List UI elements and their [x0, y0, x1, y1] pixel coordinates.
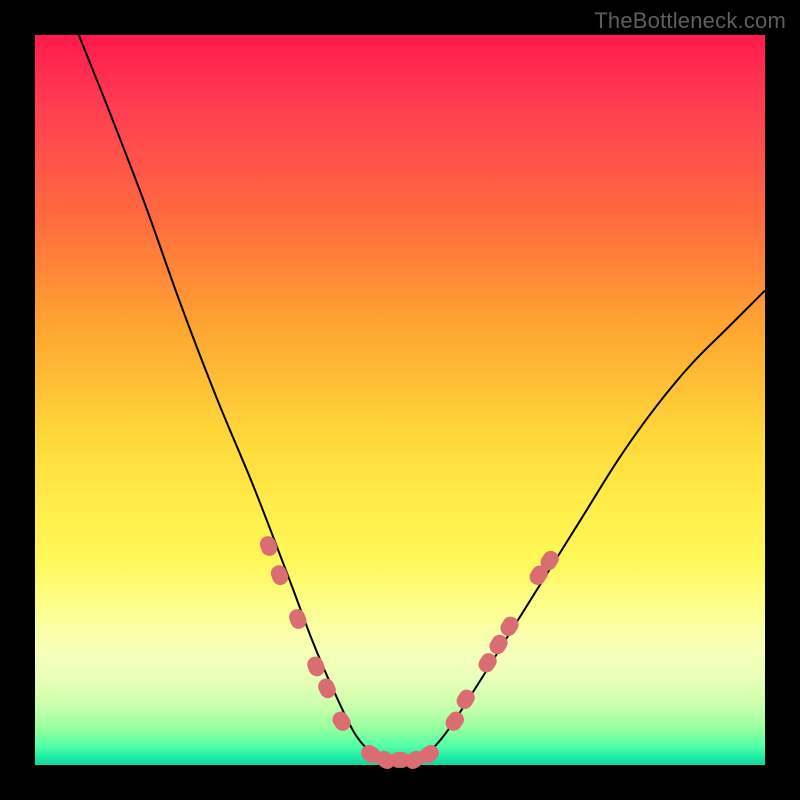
- bottleneck-curve: [79, 35, 765, 765]
- curve-marker: [269, 563, 291, 587]
- watermark-text: TheBottleneck.com: [594, 8, 786, 34]
- marker-group: [258, 534, 562, 772]
- curve-marker: [305, 654, 327, 679]
- curve-marker: [329, 708, 353, 734]
- plot-area: [35, 35, 765, 765]
- curve-layer: [35, 35, 765, 765]
- curve-marker: [316, 676, 339, 701]
- curve-marker: [287, 607, 309, 632]
- curve-marker: [442, 708, 467, 734]
- chart-stage: TheBottleneck.com: [0, 0, 800, 800]
- curve-marker: [258, 534, 280, 558]
